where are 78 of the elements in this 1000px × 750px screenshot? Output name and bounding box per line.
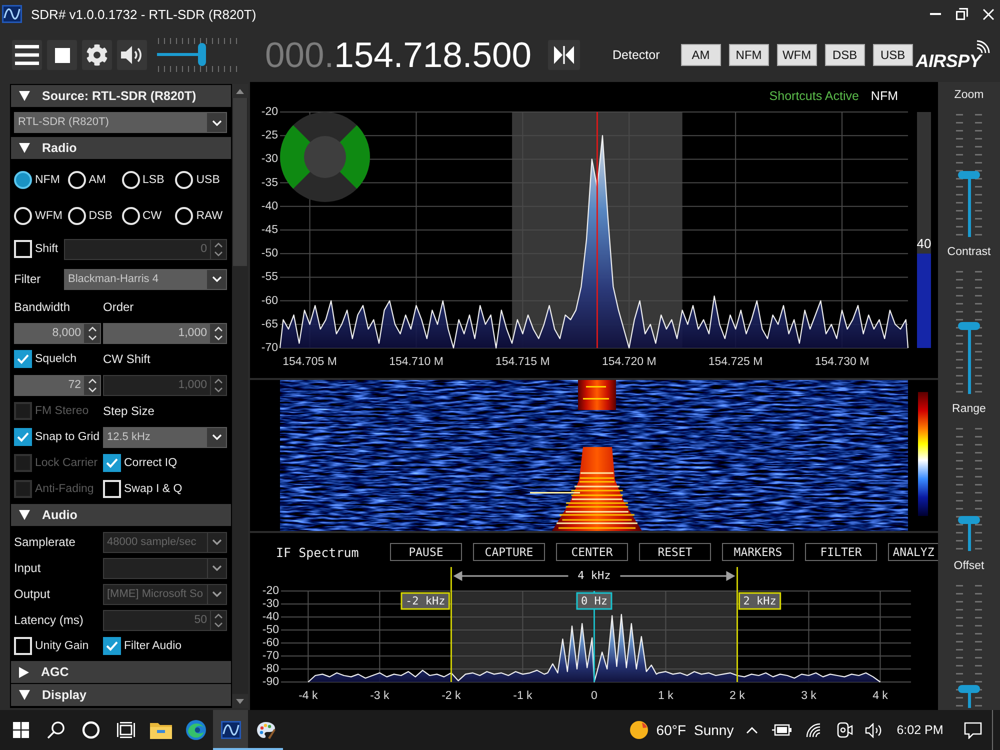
checkbox-label: Unity Gain [35, 640, 89, 652]
axis-label: -40 [261, 200, 278, 212]
axis-label: -40 [262, 611, 279, 624]
radio-label: RAW [196, 210, 223, 222]
axis-label: -20 [262, 585, 279, 598]
checkbox-label: Correct IQ [124, 457, 178, 469]
radio-label: DSB [88, 210, 112, 222]
slider-label: Offset [954, 559, 984, 574]
axis-label: -1 k [513, 690, 532, 702]
checkbox-label: Anti-Fading [35, 483, 94, 495]
checkbox-label: Squelch [35, 353, 77, 365]
checkbox-label: FM Stereo [35, 405, 89, 417]
checkbox-label: Filter Audio [124, 640, 182, 652]
axis-label: -3 k [370, 690, 390, 702]
radio-label: NFM [35, 174, 60, 186]
detector-label: Detector [612, 48, 660, 62]
status-text: Shortcuts Active [769, 89, 859, 103]
window-title: SDR# v1.0.0.1732 - RTL-SDR (R820T) [31, 6, 256, 22]
frequency-prefix: 000. [265, 34, 334, 76]
panel-title: IF Spectrum [276, 544, 360, 560]
field-label: Samplerate [14, 535, 76, 549]
axis-label: -35 [261, 176, 278, 189]
checkbox-label: Shift [35, 243, 58, 255]
axis-label: 154.705 M [282, 356, 337, 368]
axis-label: -50 [262, 624, 279, 636]
axis-label: -70 [261, 342, 278, 354]
radio-label: USB [196, 174, 220, 186]
axis-label: 4 k [872, 690, 888, 702]
axis-label: -20 [261, 106, 278, 118]
checkbox-label: Snap to Grid [35, 431, 100, 443]
axis-label: -90 [262, 676, 279, 688]
checkbox-label: Lock Carrier [35, 457, 98, 469]
axis-label: -60 [261, 294, 278, 307]
axis-label: 154.715 M [496, 356, 550, 368]
slider-label: Zoom [954, 88, 984, 103]
field-label: Output [14, 587, 52, 601]
logo-text: AIRSPY [916, 50, 981, 72]
marker-label: 0 Hz [576, 592, 612, 610]
axis-label: -4 k [298, 690, 318, 702]
axis-label: -25 [261, 130, 278, 142]
axis-label: 154.710 M [389, 356, 444, 368]
axis-label: -45 [261, 224, 278, 236]
axis-label: -2 k [442, 690, 461, 702]
marker-label: -2 kHz [400, 592, 450, 610]
frequency-display: 154.718.500 [334, 34, 532, 76]
radio-label: AM [88, 174, 106, 186]
checkbox-label: Swap I & Q [124, 483, 182, 495]
mode-text: NFM [870, 89, 898, 103]
axis-label: -55 [261, 271, 278, 284]
field-label: Order [103, 300, 135, 314]
axis-label: -70 [262, 650, 279, 662]
slider-label: Range [952, 402, 986, 417]
axis-label: -30 [261, 153, 278, 166]
axis-label: 154.720 M [602, 356, 656, 368]
radio-label: LSB [142, 174, 164, 186]
field-label: Step Size [103, 404, 156, 418]
axis-label: -60 [262, 637, 279, 650]
radio-label: WFM [35, 210, 62, 222]
axis-label: 1 k [658, 690, 674, 702]
field-label: CW Shift [103, 352, 152, 366]
field-label: Input [14, 561, 42, 575]
field-label: Latency (ms) [14, 613, 84, 627]
marker-label: 2 kHz [738, 592, 782, 610]
field-label: Filter [14, 272, 42, 286]
axis-label: -65 [261, 318, 278, 330]
axis-label: -30 [262, 598, 279, 610]
axis-label: 2 k [730, 690, 745, 702]
axis-label: 154.725 M [708, 356, 763, 368]
field-label: Bandwidth [14, 300, 72, 314]
axis-label: 0 [591, 690, 598, 702]
axis-label: 154.730 M [814, 356, 870, 368]
slider-label: Contrast [947, 245, 991, 260]
axis-label: -80 [262, 663, 279, 676]
axis-label: 3 k [801, 690, 816, 702]
meter-reading: 40 [916, 236, 932, 252]
radio-label: CW [142, 210, 162, 222]
axis-label: -50 [261, 248, 278, 260]
span-label: 4 kHz [578, 569, 611, 582]
